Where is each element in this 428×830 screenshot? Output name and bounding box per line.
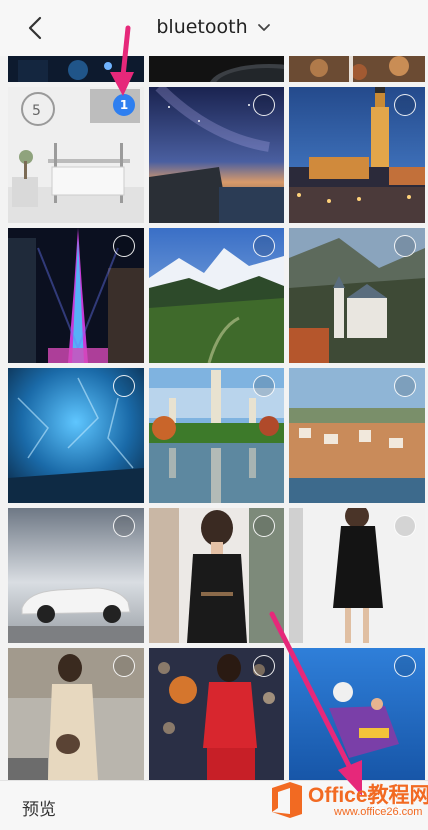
photo-tile[interactable] <box>8 648 144 780</box>
photo-tile[interactable] <box>8 56 144 82</box>
photo-thumbnail <box>289 56 425 82</box>
office26-watermark: Office教程网 www.office26.com <box>268 776 428 826</box>
header-bar: bluetooth <box>0 0 428 56</box>
select-circle[interactable] <box>113 515 135 537</box>
photo-thumbnail <box>149 56 284 82</box>
watermark-url: www.office26.com <box>334 806 423 818</box>
chevron-down-icon <box>257 24 270 31</box>
photo-tile[interactable] <box>149 368 284 503</box>
office-logo-icon <box>272 782 302 818</box>
photo-tile[interactable] <box>149 508 284 643</box>
select-circle[interactable] <box>253 655 275 677</box>
select-circle[interactable] <box>394 94 416 116</box>
photo-grid: 5 1 <box>0 56 428 780</box>
album-title: bluetooth <box>156 16 248 38</box>
selection-badge[interactable]: 1 <box>113 94 135 116</box>
photo-tile[interactable] <box>289 87 425 223</box>
photo-tile[interactable] <box>149 87 284 223</box>
photo-tile[interactable] <box>149 228 284 363</box>
photo-tile[interactable] <box>289 648 425 780</box>
album-selector[interactable]: bluetooth <box>0 12 428 42</box>
photo-tile[interactable] <box>8 228 144 363</box>
photo-tile-selected[interactable]: 5 1 <box>8 87 144 223</box>
photo-tile[interactable] <box>289 228 425 363</box>
photo-tile[interactable] <box>289 368 425 503</box>
photo-tile[interactable] <box>149 56 284 82</box>
select-circle[interactable] <box>253 515 275 537</box>
photo-tile[interactable] <box>8 508 144 643</box>
select-circle[interactable] <box>113 375 135 397</box>
select-circle[interactable] <box>113 655 135 677</box>
photo-tile[interactable] <box>289 56 425 82</box>
preview-button[interactable]: 预览 <box>22 795 56 820</box>
select-circle[interactable] <box>113 235 135 257</box>
select-circle[interactable] <box>394 375 416 397</box>
select-circle[interactable] <box>394 235 416 257</box>
select-circle[interactable] <box>253 235 275 257</box>
photo-tile[interactable] <box>149 648 284 780</box>
svg-text:5: 5 <box>32 103 41 119</box>
select-circle[interactable] <box>253 94 275 116</box>
select-circle[interactable] <box>253 375 275 397</box>
select-circle[interactable] <box>394 515 416 537</box>
watermark-brand: Office教程网 <box>308 784 428 807</box>
photo-thumbnail <box>8 56 144 82</box>
photo-tile[interactable] <box>289 508 425 643</box>
select-circle[interactable] <box>394 655 416 677</box>
photo-tile[interactable] <box>8 368 144 503</box>
